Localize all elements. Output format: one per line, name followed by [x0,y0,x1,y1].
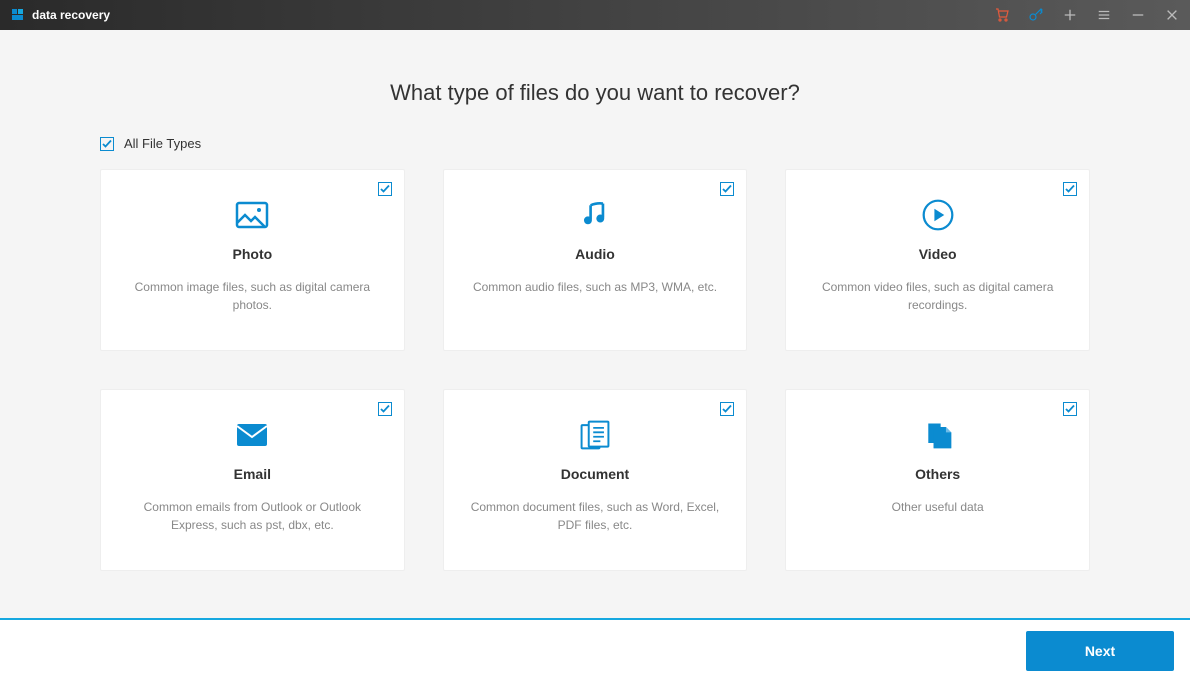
footer: Next [0,618,1190,682]
card-title: Photo [233,246,273,262]
all-types-checkbox[interactable] [100,137,114,151]
all-types-label: All File Types [124,136,201,151]
app-name: data recovery [32,8,110,22]
card-title: Others [915,466,960,482]
card-desc: Common video files, such as digital came… [806,278,1069,314]
card-desc: Common document files, such as Word, Exc… [464,498,727,534]
page-heading: What type of files do you want to recove… [390,80,800,106]
titlebar: data recovery [0,0,1190,30]
plus-icon[interactable] [1062,7,1078,23]
window-controls [994,7,1180,23]
card-document[interactable]: Document Common document files, such as W… [443,389,748,571]
menu-icon[interactable] [1096,7,1112,23]
close-icon[interactable] [1164,7,1180,23]
card-others[interactable]: Others Other useful data [785,389,1090,571]
card-email[interactable]: Email Common emails from Outlook or Outlo… [100,389,405,571]
main-content: What type of files do you want to recove… [0,30,1190,618]
card-title: Video [919,246,957,262]
cart-icon[interactable] [994,7,1010,23]
card-video[interactable]: Video Common video files, such as digital… [785,169,1090,351]
logo-icon [10,7,26,23]
next-button[interactable]: Next [1026,631,1174,671]
card-photo[interactable]: Photo Common image files, such as digital… [100,169,405,351]
email-icon [235,418,269,452]
card-desc: Other useful data [892,498,984,516]
key-icon[interactable] [1028,7,1044,23]
card-audio[interactable]: Audio Common audio files, such as MP3, WM… [443,169,748,351]
video-icon [921,198,955,232]
card-checkbox[interactable] [378,402,392,416]
photo-icon [235,198,269,232]
others-icon [921,418,955,452]
card-title: Audio [575,246,615,262]
file-type-grid: Photo Common image files, such as digital… [100,169,1090,571]
card-checkbox[interactable] [1063,402,1077,416]
minimize-icon[interactable] [1130,7,1146,23]
card-checkbox[interactable] [720,182,734,196]
app-logo: data recovery [10,7,110,23]
card-title: Document [561,466,629,482]
card-desc: Common emails from Outlook or Outlook Ex… [121,498,384,534]
card-checkbox[interactable] [720,402,734,416]
all-types-row: All File Types [100,136,1090,151]
card-checkbox[interactable] [1063,182,1077,196]
card-checkbox[interactable] [378,182,392,196]
card-desc: Common image files, such as digital came… [121,278,384,314]
audio-icon [578,198,612,232]
card-desc: Common audio files, such as MP3, WMA, et… [473,278,717,296]
card-title: Email [234,466,271,482]
document-icon [578,418,612,452]
